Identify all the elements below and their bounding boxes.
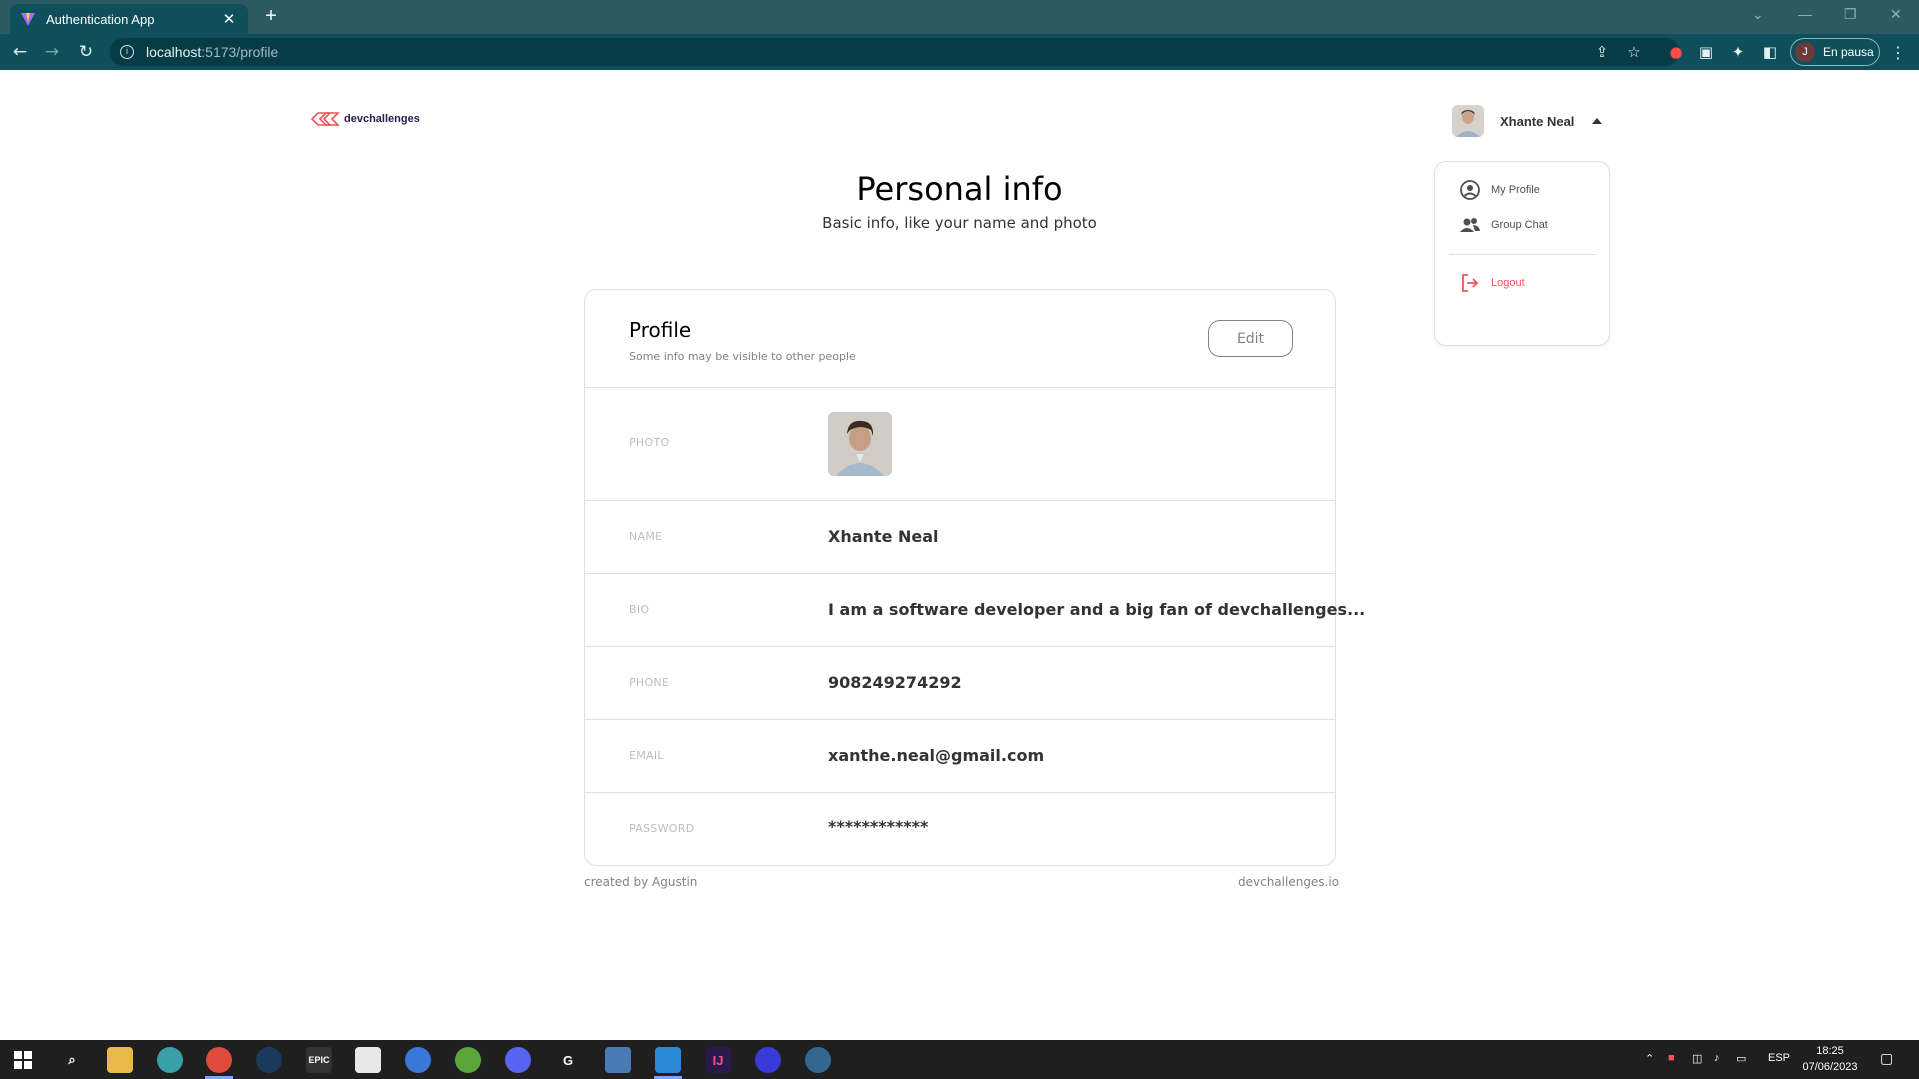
row-label: PHONE xyxy=(629,676,670,689)
profile-row-bio: BIO I am a software developer and a big … xyxy=(585,574,1365,647)
row-value: ************ xyxy=(828,817,929,836)
row-label: EMAIL xyxy=(629,749,664,762)
side-panel-icon[interactable]: ◧ xyxy=(1761,43,1779,61)
footer-credit: created by Agustin xyxy=(584,875,698,889)
page-subtitle: Basic info, like your name and photo xyxy=(822,214,1097,232)
profile-card: Profile Some info may be visible to othe… xyxy=(584,289,1365,866)
extension-image-icon[interactable]: ▣ xyxy=(1697,43,1715,61)
logo-text: devchallenges xyxy=(344,113,420,125)
site-info-icon[interactable]: i xyxy=(120,45,134,59)
tray-expand-icon[interactable]: ⌃ xyxy=(1645,1052,1654,1065)
profile-row-name: NAME Xhante Neal xyxy=(585,501,1335,574)
epic-games-icon[interactable]: EPIC xyxy=(306,1047,332,1073)
devchallenges-logo[interactable]: devchallenges xyxy=(310,110,420,128)
card-subtitle: Some info may be visible to other people xyxy=(629,350,856,363)
browser-icon[interactable] xyxy=(157,1047,183,1073)
back-arrow-icon[interactable]: ← xyxy=(10,42,30,62)
tab-search-icon[interactable]: ⌄ xyxy=(1752,6,1764,23)
extensions-puzzle-icon[interactable]: ✦ xyxy=(1729,43,1747,61)
tray-app-icon[interactable]: ■ xyxy=(1668,1052,1675,1064)
row-label: PHOTO xyxy=(629,436,670,449)
windows-taskbar: ⌕ EPIC G IJ ⌃ ■ ◫ ♪ ▭ ESP 18:25 07/06/20… xyxy=(0,1040,1919,1079)
menu-divider xyxy=(1449,254,1596,255)
close-window-icon[interactable]: ✕ xyxy=(1890,6,1902,23)
file-explorer-icon[interactable] xyxy=(107,1047,133,1073)
eclipse-icon[interactable] xyxy=(755,1047,781,1073)
edit-button[interactable]: Edit xyxy=(1208,320,1293,357)
browser-menu-icon[interactable]: ⋮ xyxy=(1890,43,1906,62)
reload-icon[interactable]: ↻ xyxy=(76,42,96,62)
clock-time: 18:25 xyxy=(1816,1045,1844,1057)
messenger-icon[interactable] xyxy=(405,1047,431,1073)
devchallenges-logo-icon xyxy=(310,112,340,126)
new-tab-button[interactable]: + xyxy=(260,6,282,28)
volume-icon[interactable]: ♪ xyxy=(1714,1052,1720,1064)
utorrent-icon[interactable] xyxy=(455,1047,481,1073)
network-icon[interactable]: ▭ xyxy=(1736,1052,1746,1065)
profile-avatar: J xyxy=(1795,42,1815,62)
share-icon[interactable]: ⇪ xyxy=(1593,43,1611,61)
chrome-icon[interactable] xyxy=(206,1047,232,1073)
extension-red-icon[interactable]: ● xyxy=(1667,43,1685,61)
footer-link[interactable]: devchallenges.io xyxy=(1238,875,1339,889)
caret-up-icon xyxy=(1592,118,1603,124)
user-menu-trigger[interactable]: Xhante Neal xyxy=(1452,105,1603,137)
windows-start-icon[interactable] xyxy=(10,1047,36,1073)
restore-window-icon[interactable]: ❐ xyxy=(1844,6,1857,23)
user-name: Xhante Neal xyxy=(1500,113,1575,129)
profile-row-photo: PHOTO xyxy=(585,388,1335,501)
user-avatar xyxy=(1452,105,1484,137)
browser-toolbar: ← → ↻ i localhost:5173/profile ⇪ ☆ ● ▣ ✦… xyxy=(0,34,1919,70)
camera-tray-icon[interactable]: ◫ xyxy=(1692,1052,1702,1065)
language-indicator[interactable]: ESP xyxy=(1768,1052,1790,1064)
row-label: NAME xyxy=(629,530,663,543)
profile-row-email: EMAIL xanthe.neal@gmail.com xyxy=(585,720,1335,793)
row-value: 908249274292 xyxy=(828,673,962,692)
row-value: Xhante Neal xyxy=(828,527,939,546)
page-heading: Personal info Basic info, like your name… xyxy=(0,170,1919,232)
profile-row-password: PASSWORD ************ xyxy=(585,793,1335,865)
store-icon[interactable] xyxy=(355,1047,381,1073)
profile-photo xyxy=(828,412,892,476)
tab-title: Authentication App xyxy=(46,11,155,27)
steam-icon[interactable] xyxy=(256,1047,282,1073)
menu-item-logout[interactable]: Logout xyxy=(1459,268,1589,298)
profile-card-header: Profile Some info may be visible to othe… xyxy=(585,290,1335,388)
postgres-icon[interactable] xyxy=(805,1047,831,1073)
app-page: devchallenges Xhante Neal My Profile Gro… xyxy=(0,70,1919,1040)
card-title: Profile xyxy=(629,318,692,342)
notifications-icon[interactable]: ▢ xyxy=(1880,1050,1893,1067)
row-value: I am a software developer and a big fan … xyxy=(828,600,1366,619)
row-value: xanthe.neal@gmail.com xyxy=(828,746,1045,765)
system-clock[interactable]: 18:25 07/06/2023 xyxy=(1795,1043,1865,1075)
search-icon[interactable]: ⌕ xyxy=(59,1047,85,1073)
row-label: BIO xyxy=(629,603,650,616)
profile-status: En pausa xyxy=(1823,45,1874,59)
vscode-icon[interactable] xyxy=(655,1047,681,1073)
url-text: localhost:5173/profile xyxy=(146,44,279,60)
browser-tab-active[interactable]: Authentication App ✕ xyxy=(10,4,248,34)
address-bar[interactable]: i localhost:5173/profile xyxy=(110,38,1680,66)
minimize-window-icon[interactable]: — xyxy=(1798,6,1812,22)
clock-date: 07/06/2023 xyxy=(1802,1061,1858,1073)
browser-profile-button[interactable]: J En pausa xyxy=(1790,38,1880,66)
intellij-icon[interactable]: IJ xyxy=(705,1047,731,1073)
page-title: Personal info xyxy=(856,170,1063,208)
forward-arrow-icon[interactable]: → xyxy=(42,42,62,62)
menu-item-label: Logout xyxy=(1491,277,1525,289)
bookmark-star-icon[interactable]: ☆ xyxy=(1625,43,1643,61)
row-label: PASSWORD xyxy=(629,822,695,835)
logout-icon xyxy=(1462,274,1479,292)
discord-icon[interactable] xyxy=(505,1047,531,1073)
tab-close-icon[interactable]: ✕ xyxy=(220,10,238,28)
browser-tab-strip: Authentication App ✕ + ⌄ — ❐ ✕ xyxy=(0,0,1919,34)
calculator-icon[interactable] xyxy=(605,1047,631,1073)
vite-favicon-icon xyxy=(21,13,35,26)
profile-row-phone: PHONE 908249274292 xyxy=(585,647,1335,720)
logitech-icon[interactable]: G xyxy=(555,1047,581,1073)
